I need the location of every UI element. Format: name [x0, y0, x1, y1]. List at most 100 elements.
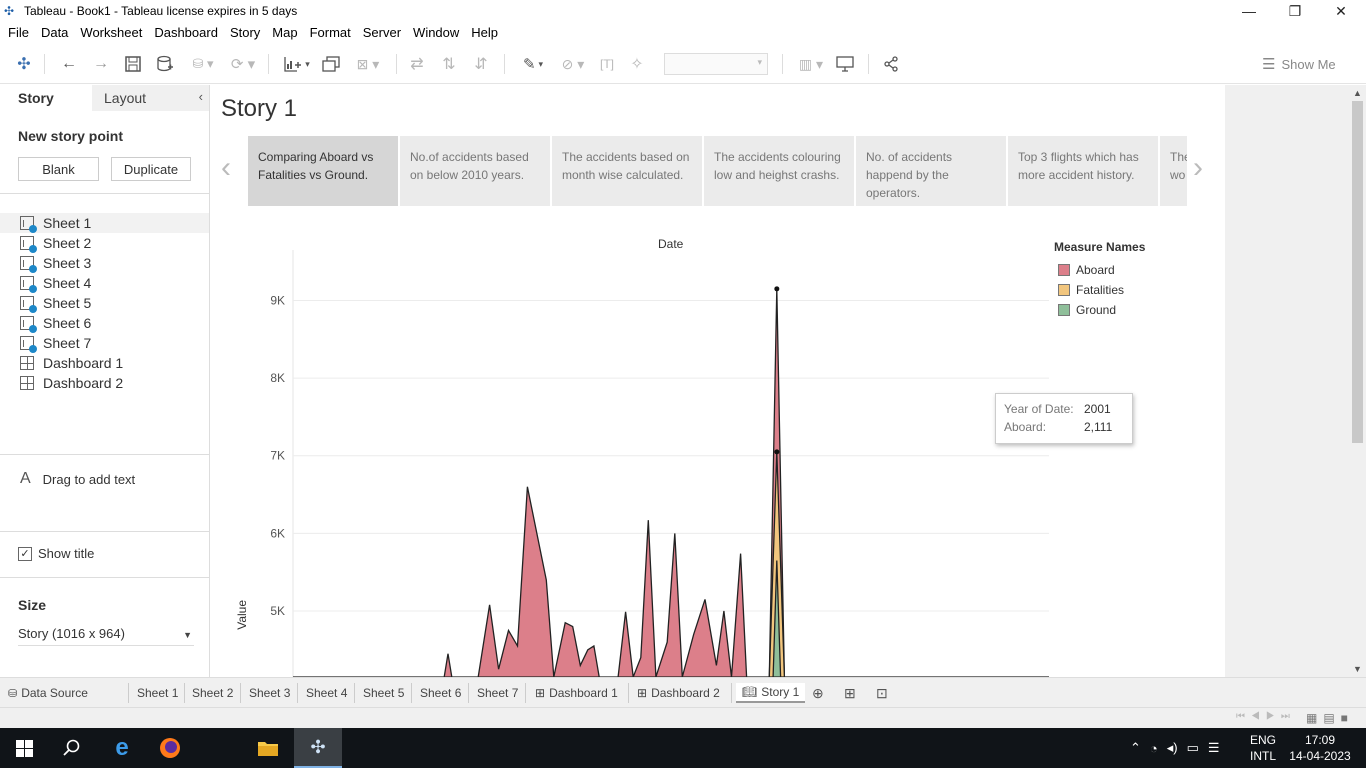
drag-to-add-text[interactable]: A Drag to add text: [20, 470, 135, 488]
presentation-dropdown[interactable]: ▾: [664, 53, 768, 75]
view-mode-icons[interactable]: ▦▤■: [1306, 711, 1354, 725]
share-icon[interactable]: [880, 53, 902, 75]
highlight-icon[interactable]: ✎ ▾: [516, 53, 550, 75]
area-chart[interactable]: 5K 6K 7K 8K 9K Value: [211, 250, 1061, 677]
firefox-icon[interactable]: [146, 728, 194, 768]
tab-story[interactable]: Story: [0, 85, 92, 111]
show-me-button[interactable]: ☰ Show Me: [1262, 54, 1336, 74]
close-button[interactable]: ✕: [1318, 0, 1364, 22]
menu-map[interactable]: Map: [266, 22, 303, 44]
scroll-down-icon[interactable]: ▼: [1353, 664, 1362, 674]
sheet-item-5[interactable]: Sheet 5: [0, 293, 209, 313]
menu-story[interactable]: Story: [224, 22, 266, 44]
data-source-tab[interactable]: ⛁ Data Source: [8, 683, 88, 703]
legend-item-aboard[interactable]: Aboard: [1054, 260, 1204, 280]
worksheet-icon: [20, 296, 37, 313]
dashboard-item-label: Dashboard 1: [43, 355, 124, 371]
menu-window[interactable]: Window: [407, 22, 465, 44]
story-point-6[interactable]: Top 3 flights which has more accident hi…: [1008, 136, 1158, 206]
clock-time: 17:09: [1304, 733, 1336, 747]
new-story-tab-icon[interactable]: ⊡: [876, 683, 888, 703]
tab-sheet-3[interactable]: Sheet 3: [249, 683, 290, 703]
status-bar: ⏮◀▶⏭ ▦▤■: [0, 707, 1366, 728]
menu-dashboard[interactable]: Dashboard: [148, 22, 224, 44]
new-dashboard-tab-icon[interactable]: ⊞: [844, 683, 856, 703]
blank-button[interactable]: Blank: [18, 157, 99, 181]
legend-item-fatalities[interactable]: Fatalities: [1054, 280, 1204, 300]
search-icon[interactable]: [48, 728, 96, 768]
vertical-scrollbar[interactable]: ▲ ▼: [1349, 85, 1366, 677]
next-story-point-icon[interactable]: ›: [1193, 151, 1203, 185]
menu-file[interactable]: File: [2, 22, 35, 44]
language-indicator[interactable]: ENG INTL: [1250, 728, 1276, 768]
save-icon[interactable]: [122, 53, 144, 75]
sheet-item-2[interactable]: Sheet 2: [0, 233, 209, 253]
scroll-up-icon[interactable]: ▲: [1353, 88, 1362, 98]
presentation-mode-icon[interactable]: [834, 53, 856, 75]
size-dropdown[interactable]: Story (1016 x 964) ▼: [18, 626, 194, 646]
tab-layout[interactable]: Layout: [92, 85, 209, 111]
show-title-checkbox[interactable]: ✓ Show title: [18, 546, 94, 561]
duplicate-sheet-icon[interactable]: [320, 53, 342, 75]
sheet-item-4[interactable]: Sheet 4: [0, 273, 209, 293]
menu-server[interactable]: Server: [357, 22, 407, 44]
keyboard-icon[interactable]: ☰: [1208, 740, 1220, 756]
text-object-icon: A: [20, 470, 31, 487]
sheet-item-7[interactable]: Sheet 7: [0, 333, 209, 353]
story-point-7[interactable]: The wo: [1160, 136, 1187, 206]
network-icon[interactable]: ◔: [1150, 741, 1158, 756]
story-point-5[interactable]: No. of accidents happend by the operator…: [856, 136, 1006, 206]
minimize-button[interactable]: —: [1226, 0, 1272, 22]
redo-icon[interactable]: →: [90, 53, 112, 75]
size-value: Story (1016 x 964): [18, 626, 125, 641]
sheet-item-3[interactable]: Sheet 3: [0, 253, 209, 273]
tableau-home-icon[interactable]: ✣: [14, 53, 34, 75]
tab-sheet-4[interactable]: Sheet 4: [306, 683, 347, 703]
tab-sheet-2[interactable]: Sheet 2: [192, 683, 233, 703]
checkbox-checked-icon[interactable]: ✓: [18, 546, 32, 561]
tab-sheet-6[interactable]: Sheet 6: [420, 683, 461, 703]
size-heading: Size: [18, 597, 47, 613]
tableau-taskbar-icon[interactable]: ✣: [294, 728, 342, 768]
worksheet-icon: [20, 316, 37, 333]
tab-sheet-7[interactable]: Sheet 7: [477, 683, 518, 703]
windows-start-icon[interactable]: [0, 728, 48, 768]
tooltip: Year of Date: 2001 Aboard: 2,111: [995, 393, 1133, 444]
new-worksheet-icon[interactable]: ▾: [280, 53, 314, 75]
file-explorer-icon[interactable]: [244, 728, 292, 768]
dashboard-item-1[interactable]: Dashboard 1: [0, 353, 209, 373]
sheet-item-1[interactable]: Sheet 1: [0, 213, 209, 233]
undo-icon[interactable]: ←: [58, 53, 80, 75]
story-point-1[interactable]: Comparing Aboard vs Fatalities vs Ground…: [248, 136, 398, 206]
tab-sheet-5[interactable]: Sheet 5: [363, 683, 404, 703]
tab-dashboard-1[interactable]: ⊞ Dashboard 1: [535, 683, 618, 703]
story-point-2[interactable]: No.of accidents based on below 2010 year…: [400, 136, 550, 206]
legend-item-ground[interactable]: Ground: [1054, 300, 1204, 320]
chevron-up-icon[interactable]: ⌃: [1130, 740, 1141, 756]
sheet-item-6[interactable]: Sheet 6: [0, 313, 209, 333]
duplicate-button[interactable]: Duplicate: [111, 157, 191, 181]
new-data-source-icon[interactable]: [154, 53, 176, 75]
restore-button[interactable]: ❐: [1272, 0, 1318, 22]
menu-format[interactable]: Format: [304, 22, 357, 44]
clock[interactable]: 17:09 14-04-2023: [1288, 728, 1352, 768]
tab-navigation-icons[interactable]: ⏮◀▶⏭: [1236, 711, 1296, 722]
menu-worksheet[interactable]: Worksheet: [74, 22, 148, 44]
new-worksheet-tab-icon[interactable]: ⊕: [812, 683, 824, 703]
new-story-point-heading: New story point: [18, 128, 124, 144]
menu-help[interactable]: Help: [465, 22, 504, 44]
scrollbar-thumb[interactable]: [1352, 101, 1363, 443]
battery-icon[interactable]: ▭: [1187, 740, 1199, 756]
dashboard-item-2[interactable]: Dashboard 2: [0, 373, 209, 393]
story-point-3[interactable]: The accidents based on month wise calcul…: [552, 136, 702, 206]
collapse-pane-icon[interactable]: ‹: [199, 89, 203, 104]
menu-data[interactable]: Data: [35, 22, 74, 44]
dashboard-icon: [20, 356, 34, 370]
previous-story-point-icon[interactable]: ‹: [221, 151, 231, 185]
tab-story-1[interactable]: 📖︎ Story 1: [736, 683, 806, 703]
tab-sheet-1[interactable]: Sheet 1: [137, 683, 178, 703]
story-point-4[interactable]: The accidents colouring low and heighst …: [704, 136, 854, 206]
volume-icon[interactable]: ◂): [1167, 740, 1178, 756]
tab-dashboard-2[interactable]: ⊞ Dashboard 2: [637, 683, 720, 703]
edge-browser-icon[interactable]: e: [98, 728, 146, 768]
